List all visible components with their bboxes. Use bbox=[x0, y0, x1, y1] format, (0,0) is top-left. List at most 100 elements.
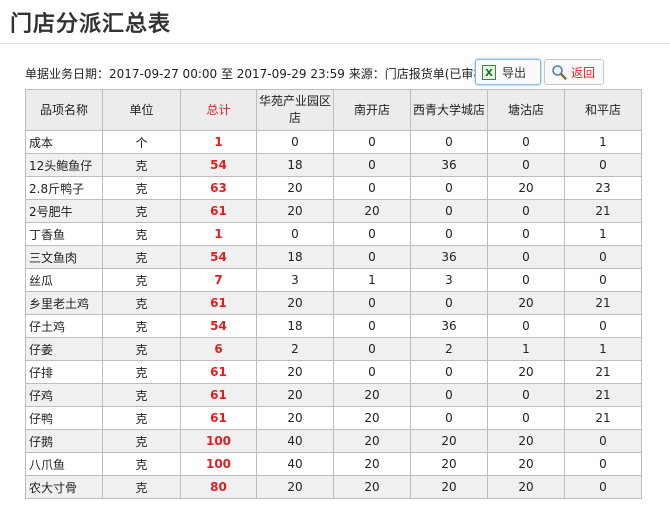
export-button[interactable]: X 导出 bbox=[475, 59, 541, 85]
cell-huayuan: 40 bbox=[256, 452, 334, 476]
back-button[interactable]: 返回 bbox=[544, 59, 604, 85]
cell-huayuan: 20 bbox=[256, 383, 334, 407]
cell-tanggu: 1 bbox=[487, 337, 565, 361]
cell-nankai: 20 bbox=[333, 429, 411, 453]
cell-nankai: 0 bbox=[333, 291, 411, 315]
cell-unit: 克 bbox=[102, 475, 181, 499]
table-row: 2号肥牛克 61 20 20 0 0 21 bbox=[25, 199, 642, 223]
cell-tanggu: 20 bbox=[487, 429, 565, 453]
cell-xiqing: 36 bbox=[410, 245, 488, 269]
cell-tanggu: 20 bbox=[487, 452, 565, 476]
date-source-info: 单据业务日期：2017-09-27 00:00 至 2017-09-29 23:… bbox=[25, 67, 491, 81]
cell-total: 7 bbox=[180, 268, 257, 292]
cell-nankai: 0 bbox=[333, 314, 411, 338]
cell-huayuan: 0 bbox=[256, 130, 334, 154]
cell-xiqing: 20 bbox=[410, 475, 488, 499]
cell-item-name: 仔鸭 bbox=[25, 406, 103, 430]
cell-unit: 克 bbox=[102, 406, 181, 430]
cell-total: 61 bbox=[180, 199, 257, 223]
cell-unit: 克 bbox=[102, 383, 181, 407]
table-row: 仔鸭克 61 20 20 0 0 21 bbox=[25, 406, 642, 430]
table-row: 三文鱼肉克 54 18 0 36 0 0 bbox=[25, 245, 642, 269]
cell-huayuan: 20 bbox=[256, 199, 334, 223]
cell-heping: 21 bbox=[564, 291, 642, 315]
excel-icon: X bbox=[482, 64, 496, 80]
table-header-row: 品项名称 单位 总计 华苑产业园区店 南开店 西青大学城店 塘沽店 和平店 bbox=[25, 89, 642, 131]
search-icon bbox=[552, 65, 567, 80]
cell-item-name: 三文鱼肉 bbox=[25, 245, 103, 269]
cell-xiqing: 0 bbox=[410, 383, 488, 407]
cell-item-name: 12头鲍鱼仔 bbox=[25, 153, 103, 177]
cell-unit: 克 bbox=[102, 176, 181, 200]
cell-huayuan: 20 bbox=[256, 291, 334, 315]
cell-huayuan: 2 bbox=[256, 337, 334, 361]
cell-tanggu: 20 bbox=[487, 291, 565, 315]
cell-item-name: 仔排 bbox=[25, 360, 103, 384]
table-row: 仔鹅克 100 40 20 20 20 0 bbox=[25, 429, 642, 453]
table-row: 乡里老土鸡克 61 20 0 0 20 21 bbox=[25, 291, 642, 315]
cell-heping: 0 bbox=[564, 452, 642, 476]
cell-heping: 21 bbox=[564, 406, 642, 430]
cell-nankai: 0 bbox=[333, 222, 411, 246]
back-button-label: 返回 bbox=[571, 65, 596, 80]
title-divider bbox=[0, 43, 670, 44]
cell-xiqing: 20 bbox=[410, 429, 488, 453]
cell-xiqing: 0 bbox=[410, 176, 488, 200]
header-item-name: 品项名称 bbox=[25, 89, 103, 131]
table-row: 仔土鸡克 54 18 0 36 0 0 bbox=[25, 314, 642, 338]
cell-xiqing: 0 bbox=[410, 222, 488, 246]
page-title: 门店分派汇总表 bbox=[10, 12, 172, 37]
cell-heping: 0 bbox=[564, 429, 642, 453]
cell-unit: 克 bbox=[102, 314, 181, 338]
cell-huayuan: 18 bbox=[256, 245, 334, 269]
cell-huayuan: 40 bbox=[256, 429, 334, 453]
cell-heping: 1 bbox=[564, 130, 642, 154]
cell-unit: 克 bbox=[102, 153, 181, 177]
cell-nankai: 0 bbox=[333, 153, 411, 177]
cell-heping: 1 bbox=[564, 222, 642, 246]
cell-item-name: 成本 bbox=[25, 130, 103, 154]
cell-tanggu: 20 bbox=[487, 360, 565, 384]
cell-tanggu: 20 bbox=[487, 176, 565, 200]
cell-heping: 1 bbox=[564, 337, 642, 361]
cell-tanggu: 0 bbox=[487, 130, 565, 154]
cell-xiqing: 0 bbox=[410, 360, 488, 384]
cell-unit: 克 bbox=[102, 452, 181, 476]
cell-item-name: 乡里老土鸡 bbox=[25, 291, 103, 315]
cell-item-name: 2号肥牛 bbox=[25, 199, 103, 223]
cell-total: 54 bbox=[180, 153, 257, 177]
summary-table: 品项名称 单位 总计 华苑产业园区店 南开店 西青大学城店 塘沽店 和平店 成本… bbox=[25, 89, 642, 499]
cell-xiqing: 0 bbox=[410, 130, 488, 154]
table-row: 农大寸骨克 80 20 20 20 20 0 bbox=[25, 475, 642, 499]
cell-total: 100 bbox=[180, 452, 257, 476]
cell-tanggu: 0 bbox=[487, 314, 565, 338]
cell-heping: 23 bbox=[564, 176, 642, 200]
table-row: 成本个 1 0 0 0 0 1 bbox=[25, 130, 642, 154]
cell-xiqing: 36 bbox=[410, 153, 488, 177]
cell-tanggu: 0 bbox=[487, 406, 565, 430]
cell-nankai: 0 bbox=[333, 337, 411, 361]
cell-nankai: 1 bbox=[333, 268, 411, 292]
cell-huayuan: 3 bbox=[256, 268, 334, 292]
cell-total: 6 bbox=[180, 337, 257, 361]
cell-item-name: 农大寸骨 bbox=[25, 475, 103, 499]
table-row: 仔鸡克 61 20 20 0 0 21 bbox=[25, 383, 642, 407]
cell-heping: 21 bbox=[564, 199, 642, 223]
cell-heping: 0 bbox=[564, 245, 642, 269]
cell-total: 63 bbox=[180, 176, 257, 200]
cell-tanggu: 0 bbox=[487, 245, 565, 269]
cell-xiqing: 0 bbox=[410, 406, 488, 430]
cell-huayuan: 20 bbox=[256, 176, 334, 200]
export-button-label: 导出 bbox=[502, 65, 527, 80]
cell-total: 1 bbox=[180, 222, 257, 246]
cell-nankai: 0 bbox=[333, 176, 411, 200]
cell-total: 61 bbox=[180, 383, 257, 407]
cell-heping: 21 bbox=[564, 383, 642, 407]
cell-tanggu: 0 bbox=[487, 199, 565, 223]
cell-xiqing: 3 bbox=[410, 268, 488, 292]
cell-heping: 0 bbox=[564, 475, 642, 499]
cell-total: 54 bbox=[180, 314, 257, 338]
cell-unit: 克 bbox=[102, 199, 181, 223]
cell-tanggu: 20 bbox=[487, 475, 565, 499]
cell-huayuan: 0 bbox=[256, 222, 334, 246]
